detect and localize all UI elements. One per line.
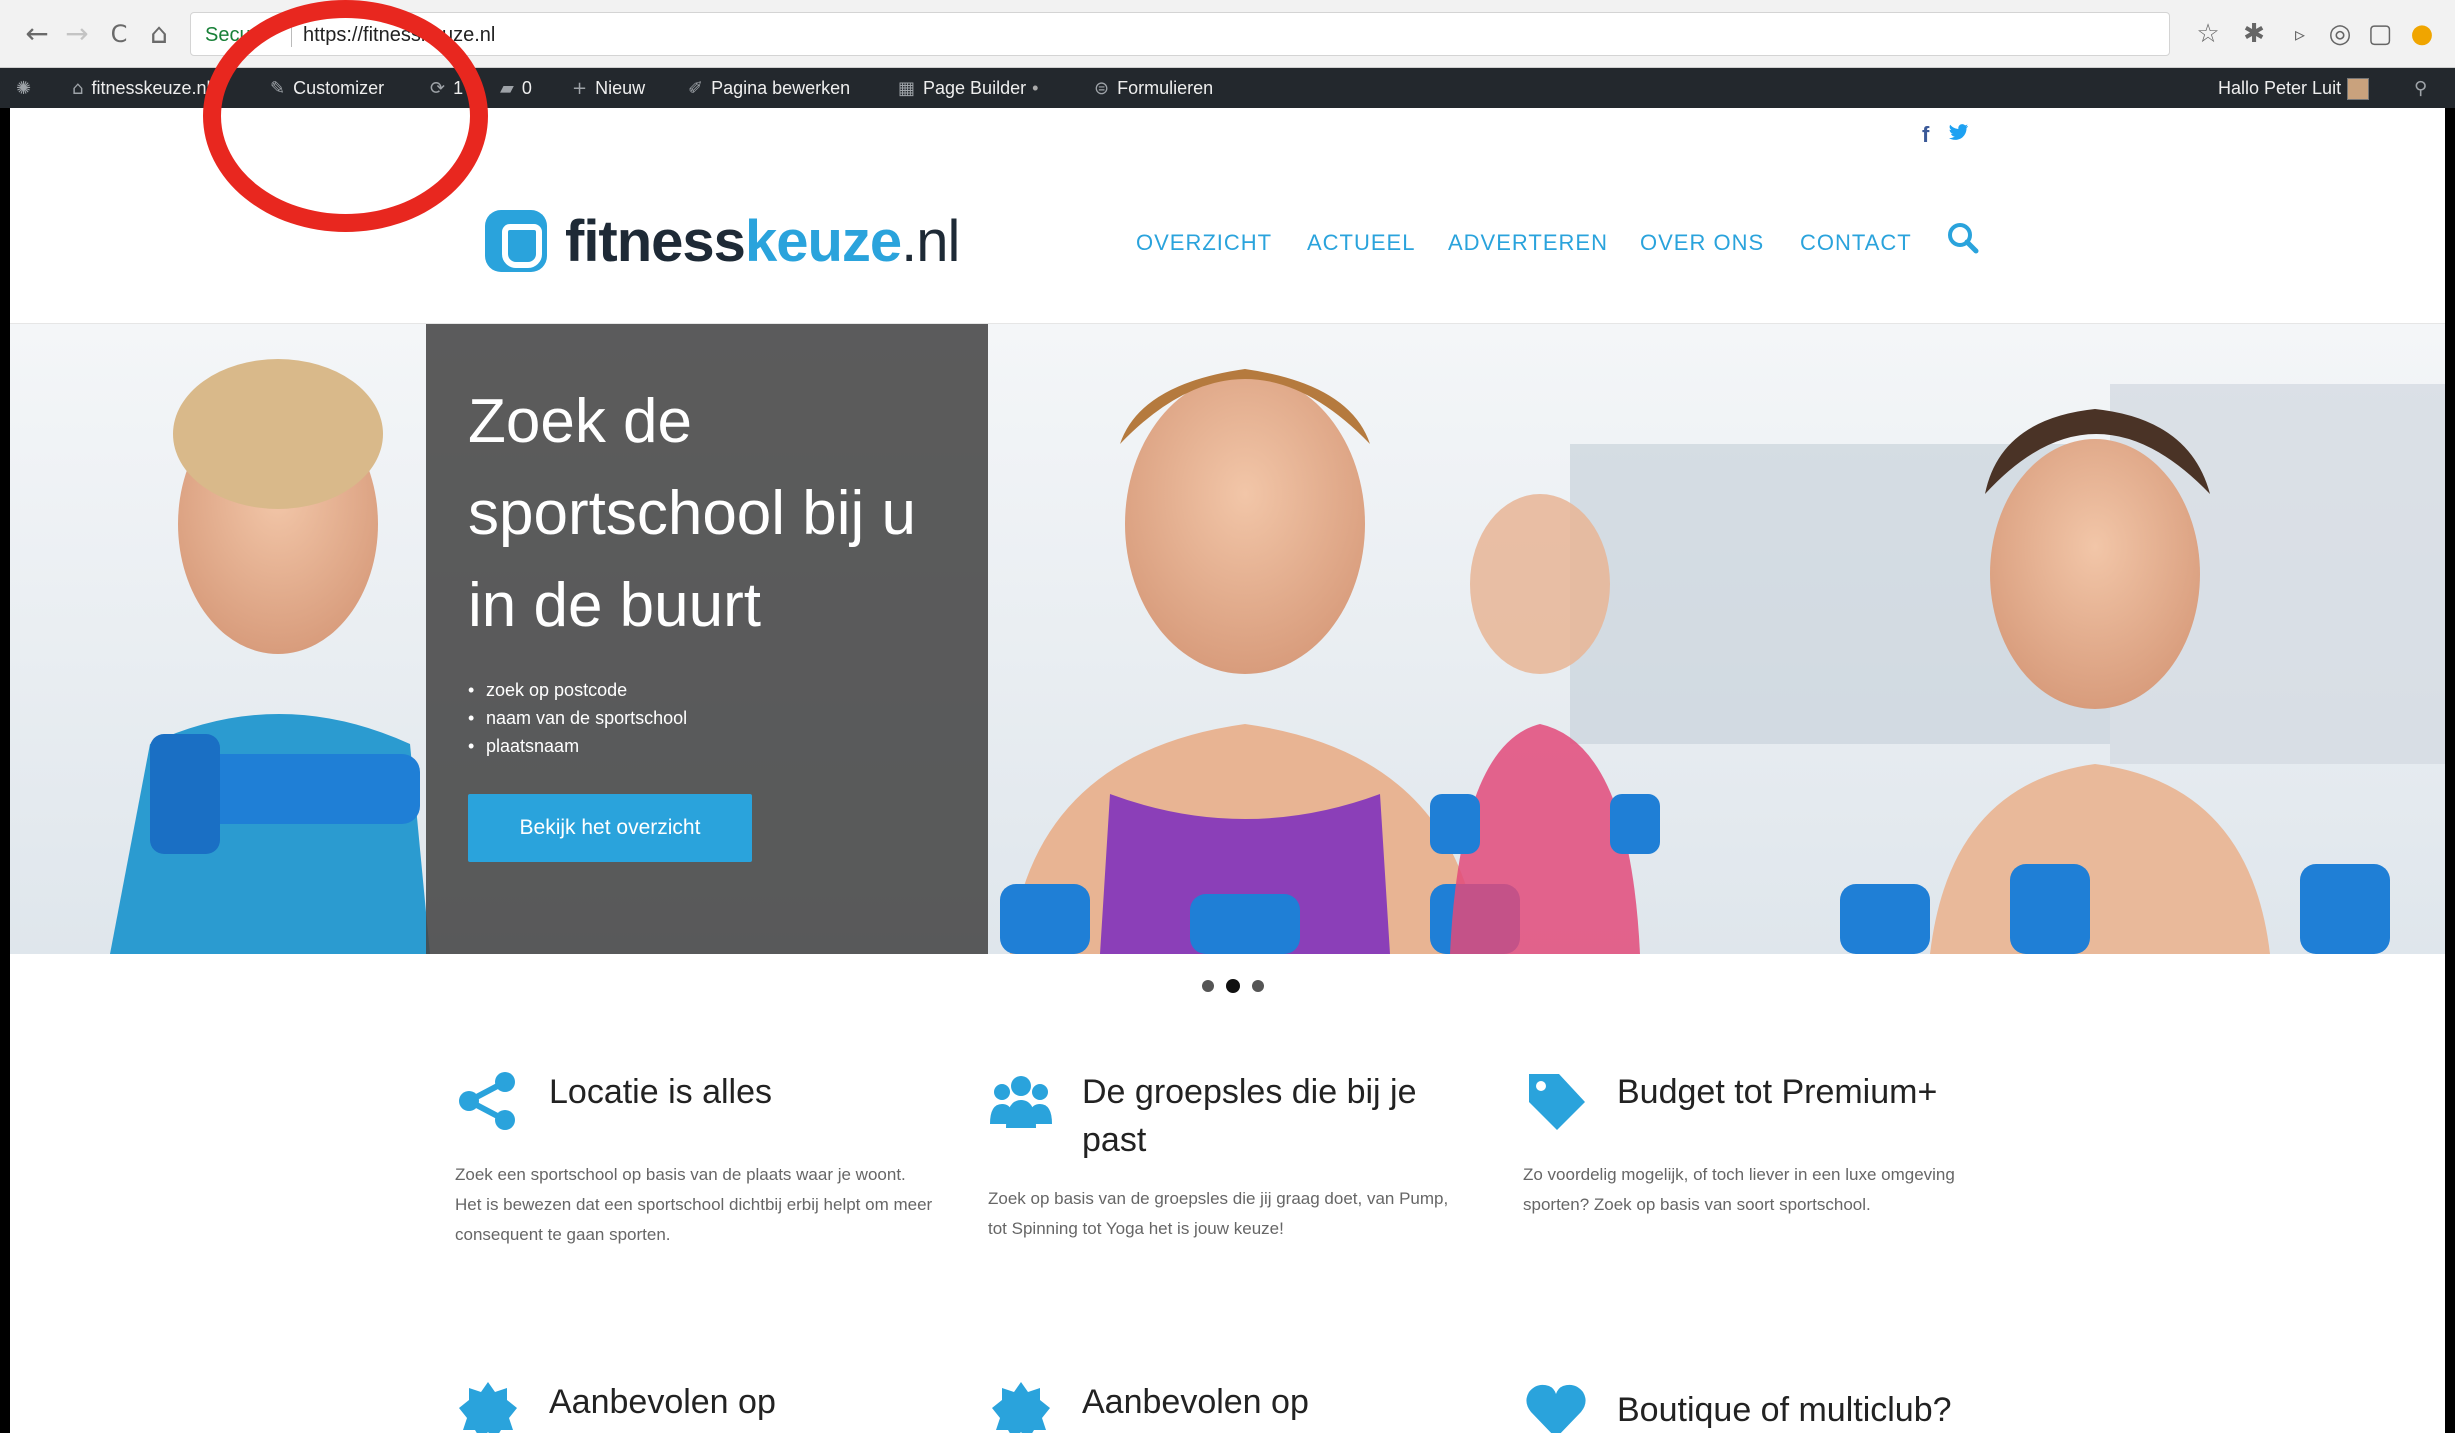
feature-text: Zoek een sportschool op basis van de pla…	[455, 1165, 933, 1244]
home-icon: ⌂	[72, 78, 84, 99]
extension-orange-icon[interactable]: ●	[2404, 16, 2440, 52]
slider-dot-active[interactable]	[1226, 979, 1240, 993]
facebook-icon[interactable]: f	[1922, 122, 1929, 147]
feature-text: Zo voordelig mogelijk, of toch liever in…	[1523, 1165, 1955, 1214]
site-page: f fitnesskeuze.nl OVERZICHT ACTUEEL ADVE…	[10, 108, 2445, 1433]
hero-bullet-list: zoek op postcode naam van de sportschool…	[468, 676, 687, 760]
feature-location: Locatie is alles Zoek een sportschool op…	[455, 1068, 935, 1268]
nav-item-contact[interactable]: CONTACT	[1800, 230, 1912, 256]
reload-button[interactable]: C	[102, 14, 136, 54]
feature-boutique: Boutique of multiclub?	[1523, 1378, 2003, 1433]
admin-edit-page[interactable]: ✐ Pagina bewerken	[688, 68, 850, 108]
target-icon[interactable]: ◎	[2322, 16, 2358, 52]
feature-title: Boutique of multiclub?	[1617, 1391, 1952, 1429]
badge-icon	[459, 1382, 517, 1433]
feature-title: Locatie is alles	[549, 1073, 773, 1111]
nav-item-over-ons[interactable]: OVER ONS	[1640, 230, 1764, 256]
pencil-icon: ✐	[688, 78, 704, 99]
avatar	[2347, 78, 2370, 101]
nav-item-adverteren[interactable]: ADVERTEREN	[1448, 230, 1608, 256]
feature-title: Budget tot Premium+	[1617, 1073, 1938, 1111]
group-icon	[990, 1076, 1052, 1128]
feature-text: Zoek op basis van de groepsles die jij g…	[988, 1189, 1449, 1238]
admin-forms[interactable]: ⊜ Formulieren	[1094, 68, 1213, 108]
feature-title: De groepsles die bij je past	[1082, 1073, 1417, 1159]
admin-site-name[interactable]: ⌂ fitnesskeuze.nl	[72, 68, 211, 108]
feature-budget: Budget tot Premium+ Zo voordelig mogelij…	[1523, 1068, 2003, 1268]
slider-dot[interactable]	[1252, 980, 1264, 992]
share-icon	[459, 1072, 515, 1130]
feature-recommended-1: Aanbevolen op	[455, 1378, 935, 1433]
list-item: naam van de sportschool	[468, 704, 687, 732]
hero-title: Zoek de sportschool bij u in de buurt	[468, 387, 917, 640]
window-icon[interactable]: ▢	[2362, 16, 2398, 52]
wordpress-logo-icon[interactable]: ✺	[16, 68, 39, 108]
grid-icon: ▦	[898, 78, 916, 99]
plus-icon: +	[572, 78, 588, 99]
fitness-class-photo	[10, 324, 2445, 954]
admin-search-icon[interactable]: ⚲	[2414, 68, 2435, 108]
view-overview-button[interactable]: Bekijk het overzicht	[468, 794, 752, 862]
slider-pagination	[1192, 976, 1272, 996]
comment-icon: ▰	[500, 78, 514, 99]
back-button[interactable]: ←	[20, 14, 54, 54]
address-bar[interactable]: Secure https://fitnesskeuze.nl	[190, 12, 2170, 56]
admin-user-greeting[interactable]: Hallo Peter Luit	[2218, 68, 2370, 108]
forms-icon: ⊜	[1094, 78, 1110, 99]
heart-icon	[1526, 1384, 1586, 1433]
feature-title: Aanbevolen op	[1082, 1383, 1309, 1421]
extension-icon[interactable]: ✱	[2236, 16, 2272, 52]
nav-item-overzicht[interactable]: OVERZICHT	[1136, 230, 1272, 256]
admin-new[interactable]: + Nieuw	[572, 68, 645, 108]
list-item: plaatsnaam	[468, 732, 687, 760]
slider-dot[interactable]	[1202, 980, 1214, 992]
home-button[interactable]: ⌂	[142, 14, 176, 54]
nav-item-actueel[interactable]: ACTUEEL	[1307, 230, 1415, 256]
logo-text: fitnesskeuze.nl	[565, 208, 960, 274]
hero-slider: Zoek de sportschool bij u in de buurt zo…	[10, 324, 2445, 954]
list-item: zoek op postcode	[468, 676, 687, 704]
star-icon[interactable]: ☆	[2190, 16, 2226, 52]
badge-icon	[992, 1382, 1050, 1433]
site-logo[interactable]: fitnesskeuze.nl	[485, 206, 960, 276]
admin-page-builder[interactable]: ▦ Page Builder •	[898, 68, 1038, 108]
annotation-circle	[203, 0, 488, 232]
cast-icon[interactable]: ▹	[2282, 16, 2318, 52]
social-links: f	[1922, 122, 1969, 148]
feature-group-class: De groepsles die bij je past Zoek op bas…	[988, 1068, 1468, 1268]
tag-icon	[1529, 1074, 1585, 1130]
admin-comments[interactable]: ▰ 0	[500, 68, 532, 108]
hero-overlay-panel: Zoek de sportschool bij u in de buurt zo…	[426, 324, 988, 954]
forward-button[interactable]: →	[60, 14, 94, 54]
search-icon[interactable]	[1945, 220, 1985, 260]
feature-title: Aanbevolen op	[549, 1383, 776, 1421]
kettlebell-logo-icon	[485, 210, 547, 272]
feature-recommended-2: Aanbevolen op	[988, 1378, 1468, 1433]
twitter-icon[interactable]	[1949, 122, 1969, 147]
